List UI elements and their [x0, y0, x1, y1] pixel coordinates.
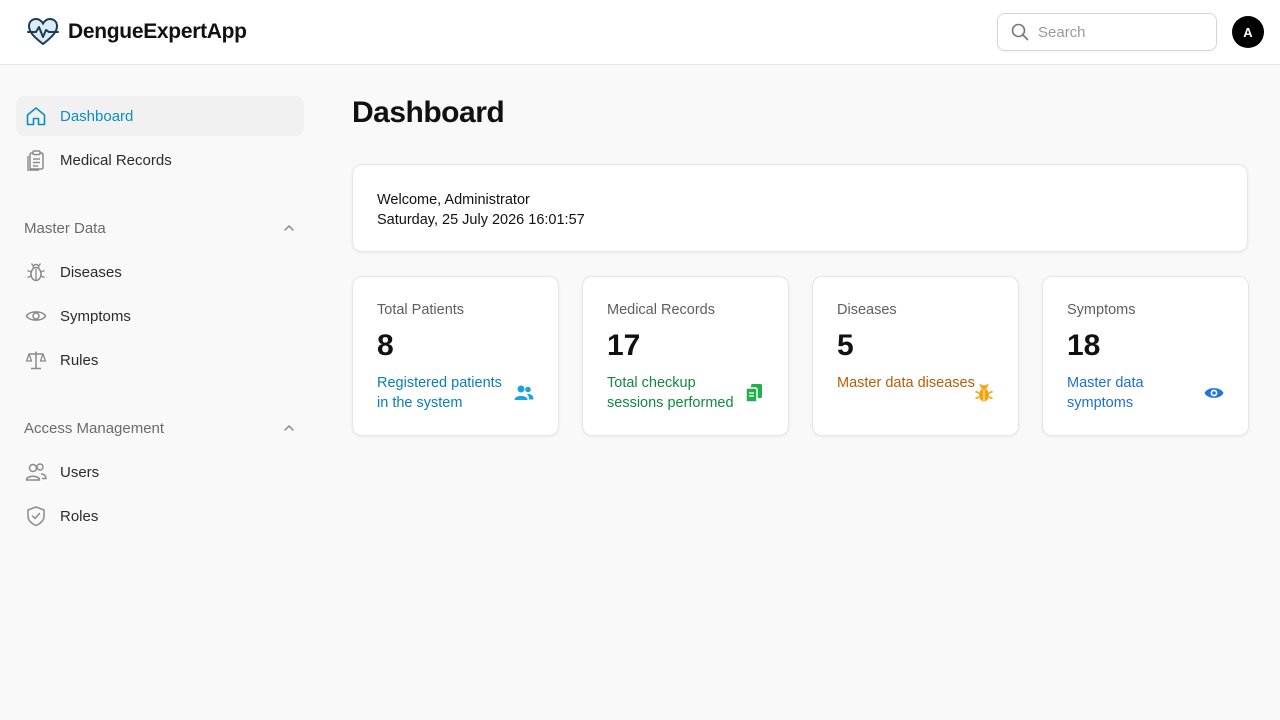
search-box[interactable]: [997, 13, 1217, 51]
scale-icon: [24, 348, 48, 372]
stat-description: Total checkup sessions performed: [607, 375, 734, 411]
welcome-datetime: Saturday, 25 July 2026 16:01:57: [377, 212, 585, 228]
shield-check-icon: [24, 504, 48, 528]
stat-title: Symptoms: [1067, 302, 1136, 318]
sidebar-item-label: Rules: [60, 351, 99, 369]
stat-value: 8: [377, 329, 394, 362]
eye-icon: [1204, 383, 1224, 403]
sidebar: Dashboard Medical Records Master Data Di…: [0, 65, 320, 720]
chevron-up-icon[interactable]: [282, 421, 296, 435]
sidebar-item-roles[interactable]: Roles: [16, 496, 304, 536]
stat-title: Medical Records: [607, 302, 715, 318]
sidebar-item-rules[interactable]: Rules: [16, 340, 304, 380]
search-input[interactable]: [1038, 23, 1198, 41]
documents-icon: [744, 383, 764, 403]
users-icon: [514, 383, 534, 403]
stat-title: Diseases: [837, 302, 897, 318]
sidebar-item-dashboard[interactable]: Dashboard: [16, 96, 304, 136]
stat-card-symptoms[interactable]: Symptoms 18 Master data symptoms: [1042, 276, 1249, 436]
stat-card-total-patients[interactable]: Total Patients 8 Registered patients in …: [352, 276, 559, 436]
sidebar-item-label: Dashboard: [60, 107, 134, 125]
page-title: Dashboard: [352, 96, 505, 129]
stat-value: 18: [1067, 329, 1101, 362]
stat-description: Master data symptoms: [1067, 375, 1144, 411]
group-label: Master Data: [24, 219, 106, 237]
user-avatar[interactable]: A: [1232, 16, 1264, 48]
brand[interactable]: DengueExpertApp: [26, 14, 247, 50]
stat-description: Master data diseases: [837, 375, 975, 391]
stat-description: Registered patients in the system: [377, 375, 502, 411]
users-icon: [24, 460, 48, 484]
sidebar-item-label: Medical Records: [60, 151, 172, 169]
heart-pulse-logo-icon: [26, 15, 60, 49]
welcome-card: Welcome, Administrator Saturday, 25 July…: [352, 164, 1248, 252]
group-header-master-data[interactable]: Master Data: [24, 216, 296, 240]
stat-value: 5: [837, 329, 854, 362]
home-icon: [24, 104, 48, 128]
sidebar-item-users[interactable]: Users: [16, 452, 304, 492]
bug-icon: [24, 260, 48, 284]
stat-card-medical-records[interactable]: Medical Records 17 Total checkup session…: [582, 276, 789, 436]
app-name: DengueExpertApp: [68, 20, 247, 43]
sidebar-item-label: Users: [60, 463, 100, 481]
search-icon: [1010, 22, 1030, 42]
eye-icon: [24, 304, 48, 328]
sidebar-item-diseases[interactable]: Diseases: [16, 252, 304, 292]
clipboard-icon: [24, 148, 48, 172]
group-header-access-management[interactable]: Access Management: [24, 416, 296, 440]
top-bar: DengueExpertApp A: [0, 0, 1280, 65]
stat-card-diseases[interactable]: Diseases 5 Master data diseases: [812, 276, 1019, 436]
sidebar-item-label: Roles: [60, 507, 99, 525]
stat-title: Total Patients: [377, 302, 465, 318]
chevron-up-icon[interactable]: [282, 221, 296, 235]
sidebar-item-symptoms[interactable]: Symptoms: [16, 296, 304, 336]
group-label: Access Management: [24, 419, 165, 437]
sidebar-item-medical-records[interactable]: Medical Records: [16, 140, 304, 180]
bug-icon: [974, 383, 994, 403]
welcome-greeting: Welcome, Administrator: [377, 192, 530, 208]
sidebar-item-label: Diseases: [60, 263, 122, 281]
sidebar-item-label: Symptoms: [60, 307, 131, 325]
stat-value: 17: [607, 329, 641, 362]
